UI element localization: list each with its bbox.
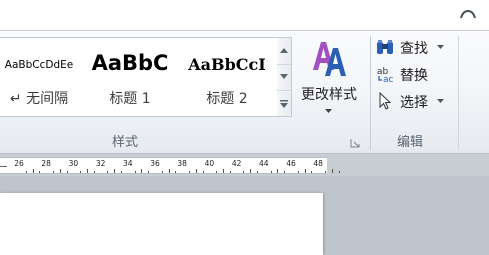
change-styles-label: 更改样式: [301, 87, 357, 103]
style-tile-heading-2[interactable]: AaBbCcI 标题 2: [181, 38, 273, 116]
styles-dialog-launcher-icon[interactable]: [350, 133, 360, 148]
style-name-label: ↵ 无间隔: [9, 91, 69, 107]
ruler-tick-mark: [304, 169, 306, 173]
cursor-arrow-icon: [379, 92, 392, 110]
ruler-tick-mark: [189, 171, 190, 173]
ruler-tick-mark: [121, 171, 122, 173]
ruler-tick-mark: [325, 171, 326, 173]
ruler-tick-mark: [257, 171, 258, 173]
ruler-tick-mark: [168, 169, 170, 173]
find-button[interactable]: 查找: [374, 36, 456, 58]
ruler-tick-mark: [66, 171, 68, 173]
ruler-tick-label: 42: [231, 159, 242, 168]
style-tile-heading-1[interactable]: AaBbC 标题 1: [87, 38, 173, 116]
replace-button[interactable]: ab ac 替换: [374, 63, 456, 85]
ruler-tick-mark: [223, 169, 224, 173]
chevron-down-icon: [325, 109, 332, 113]
gallery-more-button[interactable]: [277, 90, 291, 116]
ruler-margin-marker: [0, 166, 7, 167]
chevron-down-icon: [437, 45, 444, 49]
ribbon-minimize-icon[interactable]: [458, 5, 478, 25]
binoculars-icon: [377, 40, 393, 54]
ruler-tick-label: 30: [68, 159, 79, 168]
ruler-tick-mark: [175, 171, 177, 173]
ruler-tick-mark: [243, 171, 245, 173]
chevron-down-icon: [437, 99, 444, 103]
ruler-tick-mark: [114, 169, 116, 173]
ruler-tick-mark: [250, 169, 252, 173]
style-sample-text: AaBbCcI: [188, 55, 266, 74]
gallery-scroll-down-button[interactable]: [277, 64, 291, 91]
styles-group-label: 样式: [111, 135, 138, 150]
ribbon-divider: [0, 30, 489, 31]
change-styles-button[interactable]: 更改样式: [296, 34, 362, 120]
ruler-tick-mark: [107, 171, 109, 173]
ruler-tick-mark: [202, 171, 204, 173]
style-tile-no-spacing[interactable]: AaBbCcDdEe ↵ 无间隔: [0, 38, 79, 116]
ruler-tick-label: 48: [313, 159, 323, 168]
style-sample-text: AaBbC: [91, 51, 169, 75]
ruler-tick-label: 44: [259, 159, 269, 168]
ruler-tick-mark: [53, 171, 54, 173]
ruler-tick-mark: [32, 169, 34, 173]
style-sample-text: AaBbCcDdEe: [4, 59, 74, 71]
ruler-tick-mark: [141, 169, 143, 173]
gallery-expand-icon: [280, 100, 288, 108]
ruler-tick-label: 38: [177, 159, 187, 168]
ruler-tick-label: 36: [150, 159, 160, 168]
ruler-tick-mark: [134, 171, 136, 173]
ruler-tick-mark: [59, 169, 61, 173]
replace-label: 替换: [400, 68, 428, 84]
find-label: 查找: [400, 41, 428, 57]
group-separator: [458, 36, 459, 150]
ruler-tick-mark: [284, 171, 286, 173]
ruler-tick-label: 28: [41, 159, 51, 168]
ruler-tick-mark: [195, 169, 197, 173]
ruler-tick-mark: [93, 171, 95, 173]
ruler-tick-label: 26: [14, 159, 24, 168]
ruler-tick-mark: [277, 169, 279, 173]
ruler-tick-mark: [25, 171, 27, 173]
ruler-tick-mark: [331, 169, 333, 173]
group-separator: [370, 36, 371, 150]
ruler-tick-mark: [338, 171, 340, 173]
ruler-tick-mark: [87, 169, 88, 173]
svg-text:ac: ac: [383, 75, 394, 83]
chevron-down-icon: [280, 74, 288, 79]
ruler-tick-label: 40: [204, 159, 215, 168]
replace-icon: ab ac: [377, 67, 394, 83]
quick-styles-gallery: AaBbCcDdEe ↵ 无间隔 AaBbC 标题 1 AaBbCcI 标题 2: [0, 37, 278, 117]
ruler-tick-mark: [270, 171, 272, 173]
gallery-scroll-up-button[interactable]: [277, 38, 291, 65]
ruler-tick-label: 34: [123, 159, 133, 168]
ruler-tick-mark: [148, 171, 150, 173]
ruler-tick-mark: [311, 171, 313, 173]
ruler-tick-label: 46: [286, 159, 296, 168]
editing-group-label: 编辑: [396, 135, 423, 150]
select-button[interactable]: 选择: [374, 90, 456, 112]
ruler-tick-mark: [297, 171, 299, 173]
ruler-tick-mark: [216, 171, 218, 173]
chevron-up-icon: [280, 48, 288, 53]
ruler-tick-mark: [39, 171, 41, 173]
select-label: 选择: [400, 95, 428, 111]
change-styles-icon: [313, 42, 346, 76]
document-page[interactable]: [0, 193, 323, 255]
ruler-tick-mark: [161, 171, 163, 173]
style-name-label: 标题 2: [206, 91, 248, 107]
style-name-label: 标题 1: [109, 91, 151, 107]
ruler-tick-mark: [229, 171, 231, 173]
ruler-tick-label: 32: [95, 159, 106, 168]
gallery-scrollbar: [277, 37, 292, 117]
ruler-tick-mark: [80, 171, 82, 173]
horizontal-ruler[interactable]: 26 28 30 32 34 36 38 40 42 44 46 48: [0, 157, 340, 174]
title-bar: [0, 0, 489, 30]
